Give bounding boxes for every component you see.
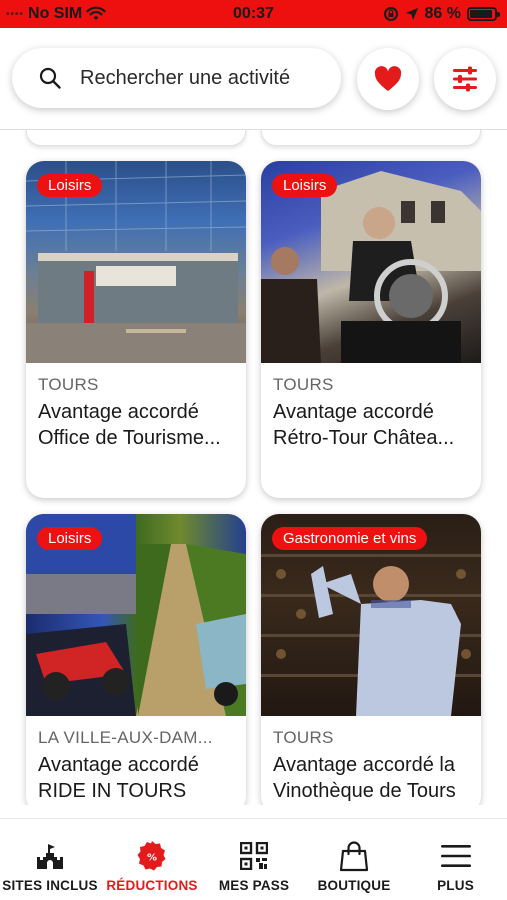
tab-label: PLUS	[437, 878, 474, 893]
tab-reductions[interactable]: % RÉDUCTIONS	[100, 819, 204, 900]
offer-title-line: Avantage accordé	[38, 401, 199, 423]
search-bar[interactable]: Rechercher une activité	[12, 48, 341, 108]
battery-icon	[467, 7, 500, 21]
offer-location: LA VILLE-AUX-DAM...	[38, 728, 213, 747]
tab-boutique[interactable]: BOUTIQUE	[304, 819, 404, 900]
offer-title: Avantage accordé RIDE IN TOURS	[38, 752, 234, 804]
bottom-tab-bar: SITES INCLUS % RÉDUCTIONS MES PASS BOUTI…	[0, 818, 507, 900]
offer-title-line: Rétro-Tour Châtea...	[273, 427, 455, 449]
search-icon	[39, 67, 61, 89]
offer-title-line: Office de Tourisme...	[38, 427, 221, 449]
tab-label: RÉDUCTIONS	[106, 878, 198, 893]
offer-card-ride-in-tours[interactable]: Loisirs LA VILLE-AUX-DAM... Avantage acc…	[26, 514, 246, 805]
previous-card-edge	[261, 130, 481, 146]
category-badge: Loisirs	[37, 527, 103, 550]
svg-text:%: %	[147, 853, 157, 864]
offer-title-line: Vinothèque de Tours	[273, 780, 456, 802]
offer-photo: Loisirs	[26, 161, 246, 363]
offer-title-line: Avantage accordé	[273, 401, 434, 423]
sliders-filter-icon	[453, 66, 477, 92]
discount-badge-icon: %	[137, 841, 166, 871]
tab-plus[interactable]: PLUS	[404, 819, 507, 900]
battery-fill	[470, 10, 493, 18]
offer-photo: Loisirs	[261, 161, 481, 363]
offer-title-line: Avantage accordé	[38, 754, 199, 776]
offer-title-line: Avantage accordé la	[273, 754, 455, 776]
tab-label: SITES INCLUS	[2, 878, 98, 893]
shopping-bag-icon	[339, 841, 369, 872]
offer-location: TOURS	[38, 375, 99, 394]
favorites-button[interactable]	[357, 48, 419, 110]
heart-icon	[374, 66, 402, 91]
offer-photo: Loisirs	[26, 514, 246, 716]
offer-location: TOURS	[273, 375, 334, 394]
filter-button[interactable]	[434, 48, 496, 110]
status-right: 86 %	[383, 5, 500, 23]
offer-title-line: RIDE IN TOURS	[38, 780, 187, 802]
castle-icon	[37, 844, 63, 869]
status-bar: •••• No SIM 00:37 86 %	[0, 0, 507, 28]
category-badge: Loisirs	[272, 174, 338, 197]
rotation-lock-icon	[383, 7, 398, 21]
category-badge: Gastronomie et vins	[272, 527, 428, 550]
category-badge: Loisirs	[37, 174, 103, 197]
tab-mes-pass[interactable]: MES PASS	[204, 819, 304, 900]
tab-label: MES PASS	[218, 878, 290, 893]
offer-title: Avantage accordé Office de Tourisme...	[38, 399, 234, 451]
offer-photo: Gastronomie et vins	[261, 514, 481, 716]
location-arrow-icon	[405, 8, 418, 20]
search-placeholder: Rechercher une activité	[80, 66, 291, 89]
offer-card-retro-tour[interactable]: Loisirs TOURS Avantage accordé Rétro-Tou…	[261, 161, 481, 498]
previous-card-edge	[26, 130, 246, 146]
tab-label: BOUTIQUE	[317, 878, 391, 893]
offer-card-office-tourisme[interactable]: Loisirs TOURS Avantage accordé Office de…	[26, 161, 246, 498]
offer-title: Avantage accordé Rétro-Tour Châtea...	[273, 399, 469, 451]
qr-code-icon	[240, 842, 268, 870]
offer-title: Avantage accordé la Vinothèque de Tours	[273, 752, 469, 804]
menu-icon	[440, 845, 471, 867]
tab-sites-inclus[interactable]: SITES INCLUS	[0, 819, 100, 900]
offer-location: TOURS	[273, 728, 334, 747]
offer-card-vinotheque[interactable]: Gastronomie et vins TOURS Avantage accor…	[261, 514, 481, 805]
battery-percent: 86 %	[424, 5, 461, 22]
offers-grid[interactable]: Loisirs TOURS Avantage accordé Office de…	[0, 130, 507, 805]
